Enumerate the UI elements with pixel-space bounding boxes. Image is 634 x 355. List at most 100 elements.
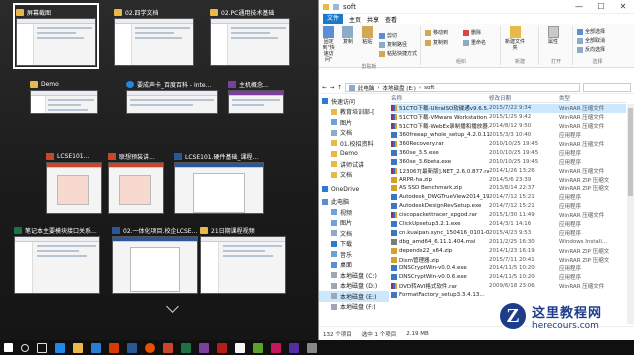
task-view-thumbnail[interactable]: 要成声卡_百度百科 - Inte... [126,78,218,114]
copy-button[interactable]: 复制 [340,26,355,63]
nav-item[interactable]: 桌面 [319,260,389,271]
task-view-thumbnail[interactable]: 02.四学文档 [114,6,194,66]
tool-icon[interactable] [307,342,317,353]
cut-button[interactable]: 剪切 [378,32,417,39]
tab-view[interactable]: 查看 [385,15,397,24]
onenote-icon[interactable] [199,342,209,353]
chevron-down-icon[interactable] [166,300,179,313]
nav-item[interactable]: 本地磁盘 (E:) [319,291,389,302]
breadcrumb-drive[interactable]: 本地磁盘 (E:) [383,84,416,92]
powerpoint-icon[interactable] [163,342,173,353]
file-row[interactable]: DNSCryptWin-v0.0.6.exe 2014/11/5 10:20 应用程… [391,273,626,282]
task-view-thumbnail[interactable]: LCSE101.硬件基础_课程... [174,150,264,214]
nav-item[interactable]: 讲师试讲 [319,159,389,170]
nav-item[interactable]: 音乐 [319,249,389,260]
address-bar[interactable]: 此电脑 › 本地磁盘 (E:) › soft [344,83,580,92]
up-arrow-icon[interactable]: ↑ [337,85,342,91]
notepad-icon[interactable] [235,342,245,353]
forward-arrow-icon[interactable]: → [330,85,335,91]
nav-item[interactable]: 此电脑 [319,197,389,208]
file-row[interactable]: 360se_3.5.exe 2010/10/25 19:45 应用程序 [391,148,626,157]
nav-item[interactable]: 文档 [319,170,389,181]
nav-item[interactable]: 图片 [319,117,389,128]
nav-item[interactable]: Demo [319,149,389,160]
excel-icon[interactable] [181,342,191,353]
file-row[interactable]: Dism管理器.zip 2015/7/11 20:41 WinRAR ZIP 压缩文… [391,255,626,264]
move-to-button[interactable]: 移动到 [425,29,459,36]
column-date[interactable]: 修改日期 [489,94,559,102]
file-row[interactable]: DVD转AVI格式软件.rar 2009/6/18 23:06 WinRAR 压缩文… [391,282,626,291]
nav-item[interactable]: 教育培训部-[ [319,107,389,118]
invert-selection-button[interactable]: 反向选择 [577,46,618,53]
nav-item[interactable]: 本地磁盘 (D:) [319,281,389,292]
pin-to-quick-access-button[interactable]: 固定到"快速访问" [321,26,336,63]
paste-shortcut-button[interactable]: 粘贴快捷方式 [378,50,417,57]
file-row[interactable]: 51CTO下载-WebEx录制播和播放器.rar 2014/8/12 9:50 Wi… [391,122,626,131]
start-icon[interactable] [4,343,13,352]
file-row[interactable]: ciscopackettracer_xpgod.rar 2015/1/30 11:… [391,211,626,220]
tab-share[interactable]: 共享 [367,15,379,24]
copy-to-button[interactable]: 复制到 [425,39,459,46]
rename-button[interactable]: 重命名 [463,39,497,46]
task-view-thumbnail[interactable]: 02.一体化项目.校企LCSE... [112,224,198,294]
nav-item[interactable]: 视频 [319,207,389,218]
file-row[interactable]: 51CTO下载-VMware Workstation 11 ...2015/1/… [391,113,626,122]
search-icon[interactable] [21,343,29,352]
task-view-thumbnail[interactable]: 主机概念... [228,78,284,114]
nav-item[interactable]: 文档 [319,128,389,139]
task-view-thumbnail[interactable]: LCSE101... [46,150,102,214]
file-row[interactable]: dbg_amd64_6.11.1.404.msi 2011/2/25 16:30 W… [391,237,626,246]
copy-path-button[interactable]: 复制路径 [378,41,417,48]
task-view-thumbnail[interactable]: 笔记本主要模块接口关系... [14,224,100,294]
column-type[interactable]: 类型 [559,94,609,102]
file-row[interactable]: 360freeap_whole_setup_4.2.0.1101.exe2015… [391,131,626,140]
file-row[interactable]: ARPR-ha.zip 2014/5/6 23:39 WinRAR ZIP 压缩文件 [391,175,626,184]
tab-home[interactable]: 主页 [349,15,361,24]
task-view-thumbnail[interactable]: 02.PC通用技术基础 [210,6,290,66]
file-row[interactable]: AutodeskDesignRevSetup.exe 2014/7/12 15:2… [391,202,626,211]
file-row[interactable]: 51CTO下载-UltraISO软碟通v9.6.5.32...2015/7/22… [391,104,626,113]
media-icon[interactable] [271,342,281,353]
explorer-icon[interactable] [73,342,83,353]
task-view-thumbnail[interactable]: Demo [30,78,98,114]
search-input[interactable] [583,83,631,92]
nav-item[interactable]: 图片 [319,218,389,229]
app-icon[interactable] [253,342,263,353]
word-icon[interactable] [127,342,137,353]
acrobat-icon[interactable] [217,342,227,353]
nav-item[interactable]: 01.校招资料 [319,138,389,149]
office-icon[interactable] [109,342,119,353]
store-icon[interactable] [91,342,101,353]
quick-access-toolbar-icon[interactable] [333,3,339,10]
edge-icon[interactable] [55,342,65,353]
nav-item[interactable]: OneDrive [319,184,389,195]
file-row[interactable]: Autodesk_DWGTrueView2014_19.1.18...2014/… [391,193,626,202]
file-row[interactable]: 360Recovery.rar 2010/10/25 19:45 WinRAR 压缩… [391,140,626,149]
file-row[interactable]: 360se_3.6beta.exe 2010/10/25 19:45 应用程序 [391,157,626,166]
nav-item[interactable]: 本地磁盘 (C:) [319,270,389,281]
nav-item[interactable]: 快速访问 [319,96,389,107]
file-row[interactable]: ClickUpsetup3.2.1.exe 2014/3/1 14:16 应用程序 [391,220,626,229]
breadcrumb-pc[interactable]: 此电脑 [358,84,375,92]
column-name[interactable]: 名称 [391,94,489,102]
firefox-icon[interactable] [145,342,155,353]
file-row[interactable]: cn.kuaipan.sync_150416_0101-0201-0...201… [391,228,626,237]
task-view-thumbnail[interactable]: 屏幕截图 [13,3,99,69]
properties-button[interactable]: 属性 [543,26,563,45]
paste-button[interactable]: 粘贴 [360,26,375,63]
new-folder-button[interactable]: 新建文件夹 [505,26,525,51]
tab-file[interactable]: 文件 [323,14,344,24]
select-all-button[interactable]: 全部选择 [577,28,618,35]
task-view-icon[interactable] [37,342,47,353]
vertical-scrollbar[interactable] [627,104,634,324]
nav-item[interactable]: 下载 [319,239,389,250]
back-arrow-icon[interactable]: ← [322,85,327,91]
close-button[interactable]: ✕ [612,2,634,11]
breadcrumb-folder[interactable]: soft [424,85,434,91]
task-view-thumbnail[interactable]: 21日期课程视频 [200,224,286,294]
minimize-button[interactable]: — [568,2,590,11]
file-row[interactable]: depends22_x64.zip 2014/1/23 16:19 WinRAR Z… [391,246,626,255]
file-row[interactable]: 123067[最新版].NET_2.6.0.877.rar 2014/1/26 1… [391,166,626,175]
scrollbar-thumb[interactable] [628,108,633,196]
task-view-thumbnail[interactable]: 联想预装讲... [108,150,164,214]
